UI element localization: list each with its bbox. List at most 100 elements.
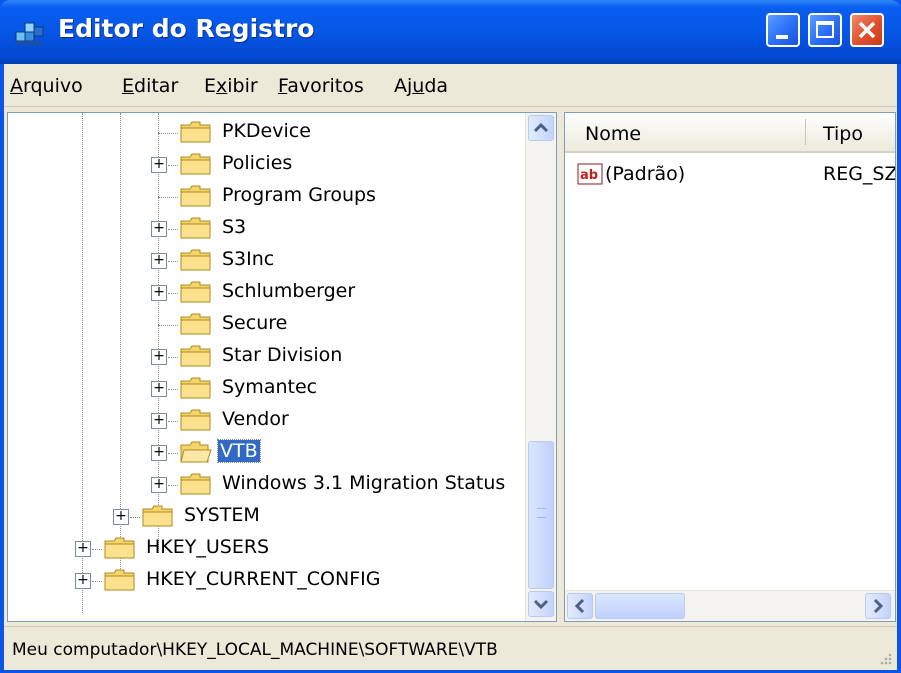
minimize-icon [776,35,788,39]
folder-icon [180,313,211,335]
expand-icon[interactable]: + [151,349,167,365]
folder-icon [104,569,135,591]
folder-icon [180,185,211,207]
tree-item-label: Windows 3.1 Migration Status [222,472,506,494]
scroll-down-button[interactable] [528,591,554,617]
scroll-right-button[interactable] [865,593,891,619]
chevron-down-icon [533,599,549,610]
folder-icon [180,281,211,303]
tree-item-label: Symantec [222,376,318,398]
tree-line [168,229,178,230]
tree-line [168,485,178,486]
tree-item-symantec[interactable]: + Symantec [8,375,518,401]
tree-item-program-groups[interactable]: Program Groups [8,183,518,209]
registry-tree[interactable]: PKDevice + Policies Program Groups + S3 [7,112,557,622]
tree-item-vendor[interactable]: + Vendor [8,407,518,433]
value-name: (Padrão) [605,163,686,185]
menu-exibir[interactable]: Exibir [204,75,258,97]
expand-icon[interactable]: + [151,221,167,237]
value-type: REG_SZ [823,163,896,185]
folder-icon [180,473,211,495]
tree-item-hkey-users[interactable]: + HKEY_USERS [8,535,518,561]
expand-icon[interactable]: + [151,381,167,397]
tree-item-label: VTB [217,439,261,463]
menu-ajuda[interactable]: Ajuda [394,75,448,97]
tree-item-vtb[interactable]: + VTB [8,439,518,465]
menu-editar[interactable]: Editar [122,75,178,97]
tree-item-label: PKDevice [222,120,311,142]
chevron-up-icon [533,122,549,133]
tree-line [168,293,178,294]
expand-icon[interactable]: + [75,573,91,589]
tree-item-label: S3Inc [222,248,275,270]
resize-grip-icon[interactable] [877,650,893,666]
column-divider[interactable] [805,119,806,145]
expand-icon[interactable]: + [151,285,167,301]
tree-item-star-division[interactable]: + Star Division [8,343,518,369]
scroll-left-button[interactable] [567,593,593,619]
title-bar[interactable]: Editor do Registro [0,0,901,64]
tree-vertical-scrollbar[interactable] [525,113,556,621]
folder-icon [180,121,211,143]
folder-icon [180,377,211,399]
folder-icon [180,345,211,367]
tree-item-label: Schlumberger [222,280,356,302]
scroll-thumb[interactable] [528,441,554,589]
scroll-up-button[interactable] [528,115,554,141]
tree-item-system[interactable]: + SYSTEM [8,503,518,529]
column-header-tipo[interactable]: Tipo [823,123,863,145]
expand-icon[interactable]: + [75,541,91,557]
tree-line [168,389,178,390]
regedit-app-icon [15,22,44,45]
tree-line [92,549,102,550]
expand-icon[interactable]: + [151,157,167,173]
list-horizontal-scrollbar[interactable] [565,590,895,621]
folder-icon [104,537,135,559]
maximize-icon [816,21,834,38]
chevron-right-icon [873,598,884,614]
folder-icon [180,153,211,175]
status-path: Meu computador\HKEY_LOCAL_MACHINE\SOFTWA… [12,640,498,660]
tree-line [158,197,178,198]
minimize-button[interactable] [766,13,800,47]
folder-icon [180,249,211,271]
menu-favoritos[interactable]: Favoritos [278,75,364,97]
list-item[interactable]: ab (Padrão) REG_SZ [577,163,896,189]
expand-icon[interactable]: + [113,509,129,525]
expand-icon[interactable]: + [151,445,167,461]
expand-icon[interactable]: + [151,413,167,429]
tree-item-policies[interactable]: + Policies [8,151,518,177]
scroll-thumb[interactable] [595,593,685,619]
tree-item-secure[interactable]: Secure [8,311,518,337]
open-folder-icon [180,441,212,463]
tree-item-label: Vendor [222,408,289,430]
expand-icon[interactable]: + [151,253,167,269]
tree-item-hkey-current-config[interactable]: + HKEY_CURRENT_CONFIG [8,567,518,593]
tree-item-schlumberger[interactable]: + Schlumberger [8,279,518,305]
tree-line [168,165,178,166]
tree-item-label: Program Groups [222,184,376,206]
tree-line [168,453,178,454]
maximize-button[interactable] [808,13,842,47]
tree-item-label: Secure [222,312,288,334]
values-list[interactable]: Nome Tipo ab (Padrão) REG_SZ [564,112,896,622]
status-bar: Meu computador\HKEY_LOCAL_MACHINE\SOFTWA… [4,626,897,670]
folder-icon [180,409,211,431]
tree-item-label: S3 [222,216,247,238]
tree-item-s3inc[interactable]: + S3Inc [8,247,518,273]
close-icon [858,21,876,39]
menu-arquivo[interactable]: Arquivo [10,75,83,97]
tree-line [158,325,178,326]
tree-item-windows-31-migration-status[interactable]: + Windows 3.1 Migration Status [8,471,518,497]
expand-icon[interactable]: + [151,477,167,493]
tree-item-s3[interactable]: + S3 [8,215,518,241]
registry-editor-window: Editor do Registro Arquivo Editar Exibir… [0,0,901,673]
tree-line [130,517,140,518]
tree-line [158,133,178,134]
tree-item-label: HKEY_USERS [146,536,270,558]
column-header-nome[interactable]: Nome [585,123,641,145]
tree-item-pkdevice[interactable]: PKDevice [8,119,518,145]
tree-line [168,421,178,422]
close-button[interactable] [850,13,884,47]
menu-bar: Arquivo Editar Exibir Favoritos Ajuda [4,64,897,107]
